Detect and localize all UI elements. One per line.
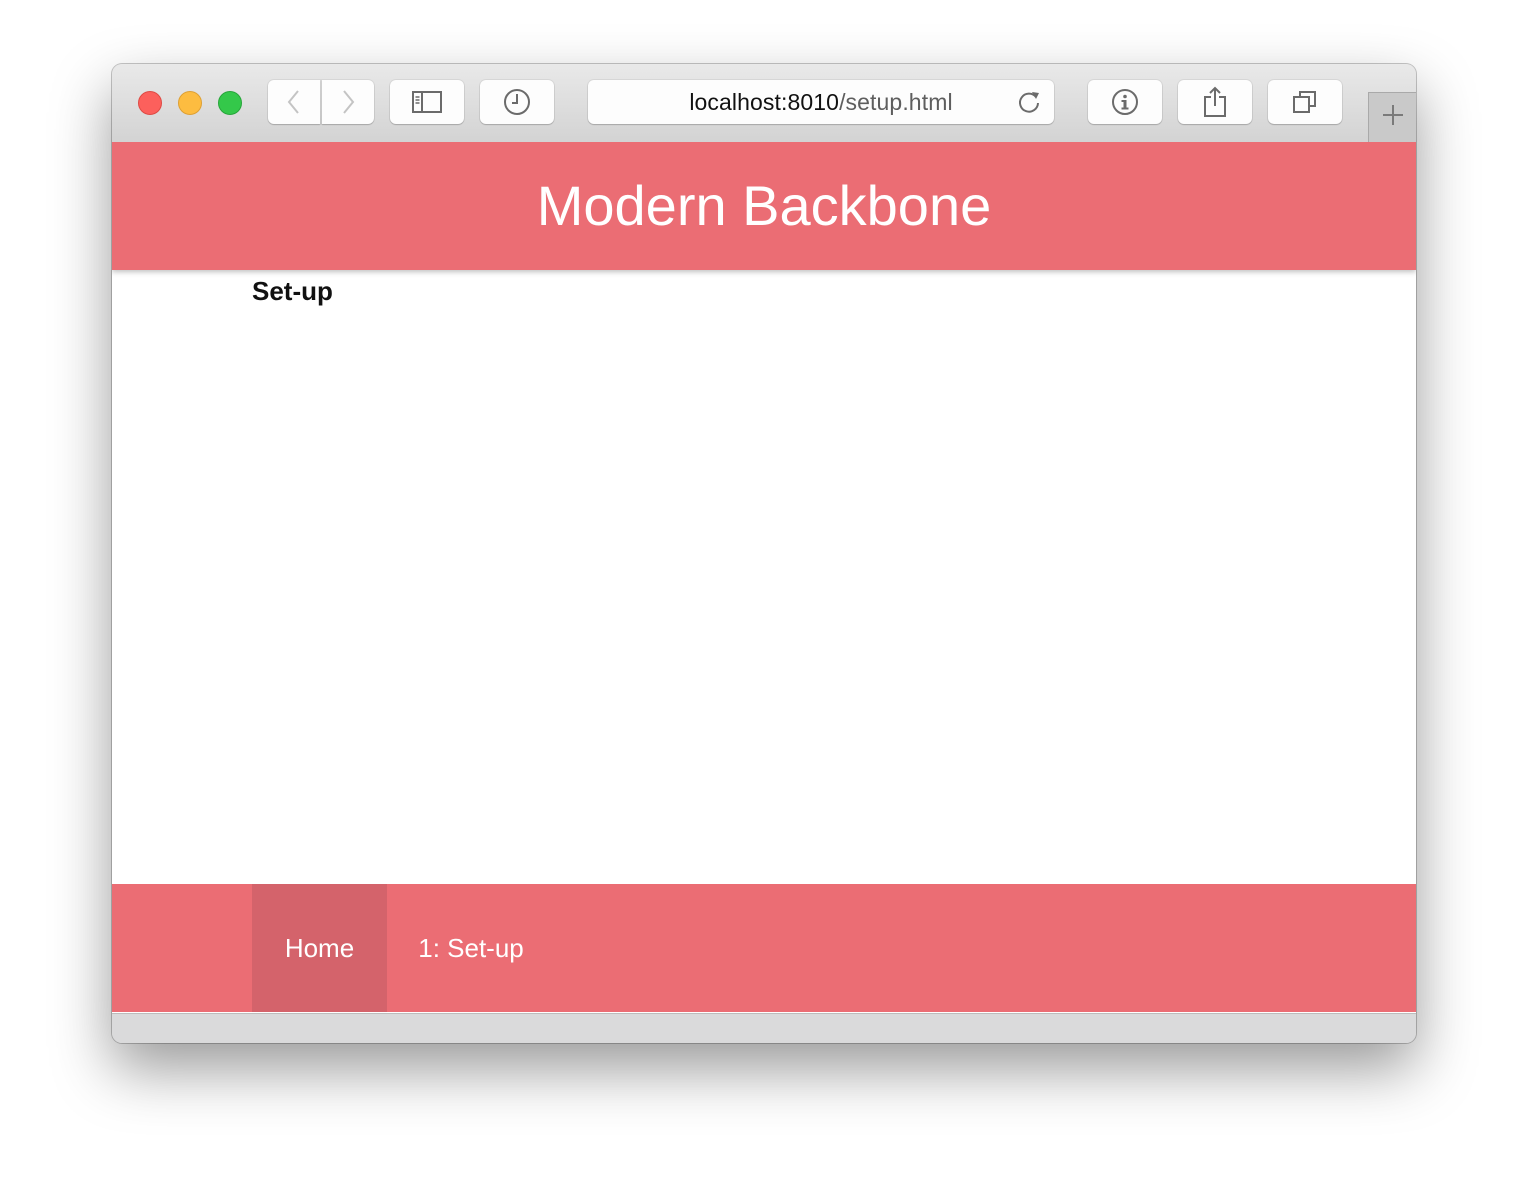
address-bar[interactable]: localhost:8010/setup.html [588,80,1054,124]
zoom-window-button[interactable] [218,91,242,115]
site-title: Modern Backbone [536,174,992,237]
back-button[interactable] [268,80,320,124]
share-button[interactable] [1178,80,1252,124]
tabs-overview-button[interactable] [1268,80,1342,124]
sidebar-icon [412,91,442,113]
sidebar-button[interactable] [390,80,464,124]
url-host: localhost:8010 [689,89,840,115]
new-tab-button[interactable] [1368,92,1416,142]
chevron-left-icon [286,89,302,115]
info-icon [1111,88,1139,116]
site-header: Modern Backbone [112,142,1416,270]
web-page: Modern Backbone Set-up Home 1: Set-up [112,142,1416,1013]
close-window-button[interactable] [138,91,162,115]
forward-button[interactable] [322,80,374,124]
reload-icon[interactable] [1016,89,1042,120]
share-icon [1202,86,1228,118]
footer-nav: Home 1: Set-up [112,884,1416,1012]
url-path: /setup.html [839,89,953,115]
window-bottom-bar [112,1013,1416,1043]
plus-icon [1381,103,1405,132]
url-text[interactable]: localhost:8010/setup.html [588,80,1054,124]
clock-icon [503,88,531,116]
browser-window: localhost:8010/setup.html Modern Backbon… [112,64,1416,1043]
history-button[interactable] [480,80,554,124]
tabs-icon [1292,89,1318,115]
chevron-right-icon [340,89,356,115]
info-button[interactable] [1088,80,1162,124]
nav-item-setup[interactable]: 1: Set-up [387,884,555,1012]
browser-toolbar: localhost:8010/setup.html [112,64,1416,143]
minimize-window-button[interactable] [178,91,202,115]
nav-item-home[interactable]: Home [252,884,387,1012]
page-heading: Set-up [252,276,333,306]
